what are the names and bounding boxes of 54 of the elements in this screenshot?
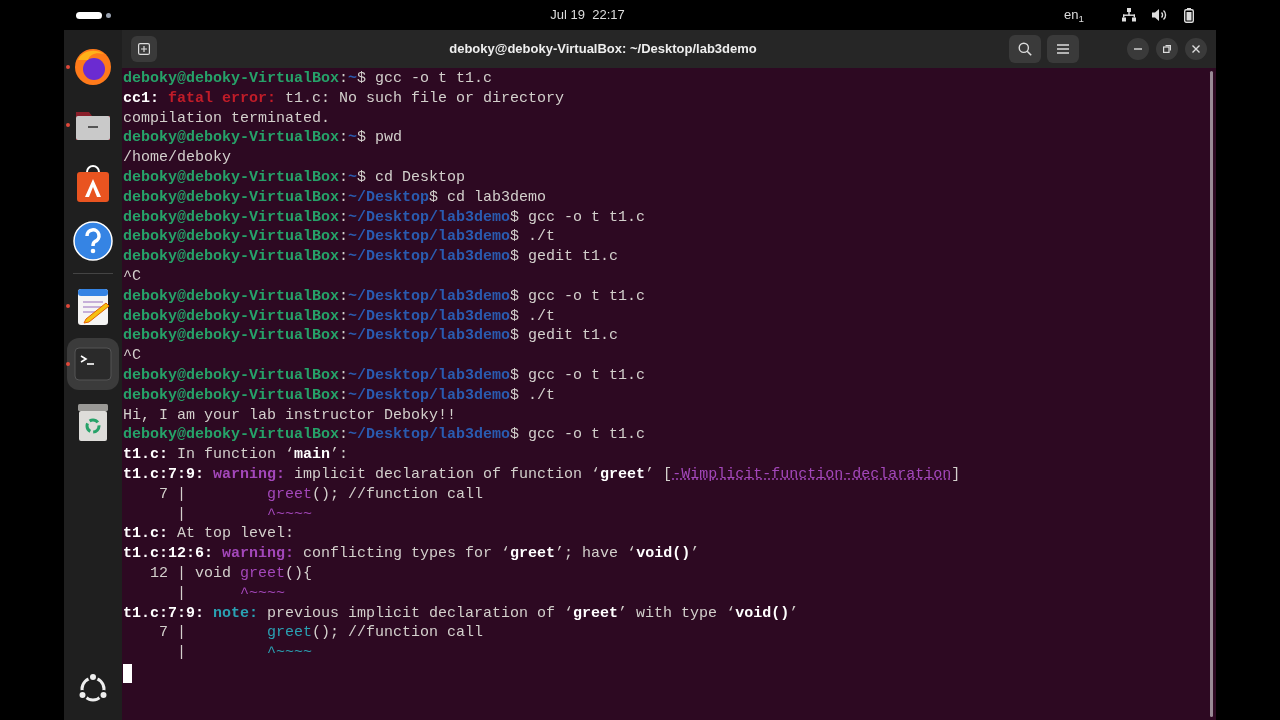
- prompt-line: deboky@deboky-VirtualBox:~$ gcc -o t t1.c: [122, 69, 493, 89]
- scrollbar[interactable]: [1210, 71, 1213, 717]
- output-line: 12 | void greet(){: [149, 563, 313, 584]
- menu-button[interactable]: [1047, 35, 1079, 63]
- prompt-line: deboky@deboky-VirtualBox:~/Desktop/lab3demo$ ./t: [122, 306, 556, 327]
- output-line: | ^~~~~: [176, 643, 313, 663]
- output-line: 7 | greet(); //function call: [158, 484, 484, 505]
- output-line: Hi, I am your lab instructor Deboky!!: [122, 405, 457, 426]
- output-line: /home/deboky: [122, 148, 232, 168]
- output-line: t1.c:12:6: warning: conflicting types for ‘greet’; have ‘void()’: [122, 544, 700, 564]
- keyboard-layout[interactable]: en$_{1}$: [1064, 5, 1084, 25]
- output-line: 7 | greet(); //function call: [158, 623, 484, 644]
- prompt-line: deboky@deboky-VirtualBox:~/Desktop$ cd lab3demo: [122, 187, 547, 208]
- output-line: t1.c: In function ‘main’:: [122, 445, 349, 465]
- close-icon: [1192, 45, 1200, 53]
- search-button[interactable]: [1009, 35, 1041, 63]
- prompt-line: deboky@deboky-VirtualBox:~/Desktop/lab3demo$ gedit t1.c: [122, 247, 619, 267]
- prompt-line: deboky@deboky-VirtualBox:~/Desktop/lab3demo$ gcc -o t t1.c: [122, 365, 646, 386]
- restore-icon: [1163, 45, 1171, 53]
- workspace-indicator[interactable]: [76, 11, 111, 19]
- clock[interactable]: Jul 19 22:17: [550, 5, 625, 25]
- prompt-line: deboky@deboky-VirtualBox:~/Desktop/lab3demo$ gcc -o t t1.c: [122, 425, 646, 446]
- prompt-line: deboky@deboky-VirtualBox:~/Desktop/lab3demo$ gcc -o t t1.c: [122, 286, 646, 307]
- minimize-icon: [1134, 48, 1142, 50]
- link[interactable]: -Wimplicit-function-declaration: [672, 465, 952, 483]
- prompt-line: deboky@deboky-VirtualBox:~$ cd Desktop: [122, 168, 466, 188]
- menu-icon: [1057, 44, 1069, 54]
- prompt-line: deboky@deboky-VirtualBox:~/Desktop/lab3demo$ ./t: [122, 385, 556, 406]
- volume-icon[interactable]: [1152, 8, 1168, 22]
- maximize-button[interactable]: [1156, 38, 1178, 60]
- window-title: deboky@deboky-VirtualBox: ~/Desktop/lab3demo: [449, 40, 757, 59]
- close-button[interactable]: [1185, 38, 1207, 60]
- network-icon[interactable]: [1122, 8, 1136, 22]
- minimize-button[interactable]: [1127, 38, 1149, 60]
- battery-icon[interactable]: [1184, 7, 1194, 23]
- help-icon: [72, 220, 114, 262]
- prompt-line: deboky@deboky-VirtualBox:~$ pwd: [122, 128, 403, 149]
- output-line: ^C: [122, 346, 141, 366]
- output-line: t1.c: At top level:: [122, 524, 295, 545]
- output-line: ^C: [122, 266, 141, 287]
- output-line: cc1: fatal error: t1.c: No such file or directory: [122, 88, 565, 109]
- prompt-line: deboky@deboky-VirtualBox:~/Desktop/lab3demo$ gedit t1.c: [122, 326, 619, 347]
- output-line: | ^~~~~: [176, 504, 313, 525]
- output-line: t1.c:7:9: note: previous implicit declaration of ‘greet’ with type ‘void()’: [122, 603, 799, 624]
- globe-icon: [72, 46, 114, 88]
- text-cursor: [123, 663, 132, 683]
- output-line: compilation terminated.: [122, 108, 331, 129]
- prompt-line: deboky@deboky-VirtualBox:~/Desktop/lab3demo$ ./t: [122, 227, 556, 248]
- search-icon: [1018, 42, 1032, 56]
- new-tab-button[interactable]: [131, 36, 157, 62]
- new-tab-icon: [138, 43, 150, 55]
- output-line: | ^~~~~: [176, 583, 286, 604]
- prompt-line: deboky@deboky-VirtualBox:~/Desktop/lab3demo$ gcc -o t t1.c: [122, 207, 646, 228]
- output-line: t1.c:7:9: warning: implicit declaration of function ‘greet’ [-Wimplicit-function-declaration]: [122, 464, 961, 485]
